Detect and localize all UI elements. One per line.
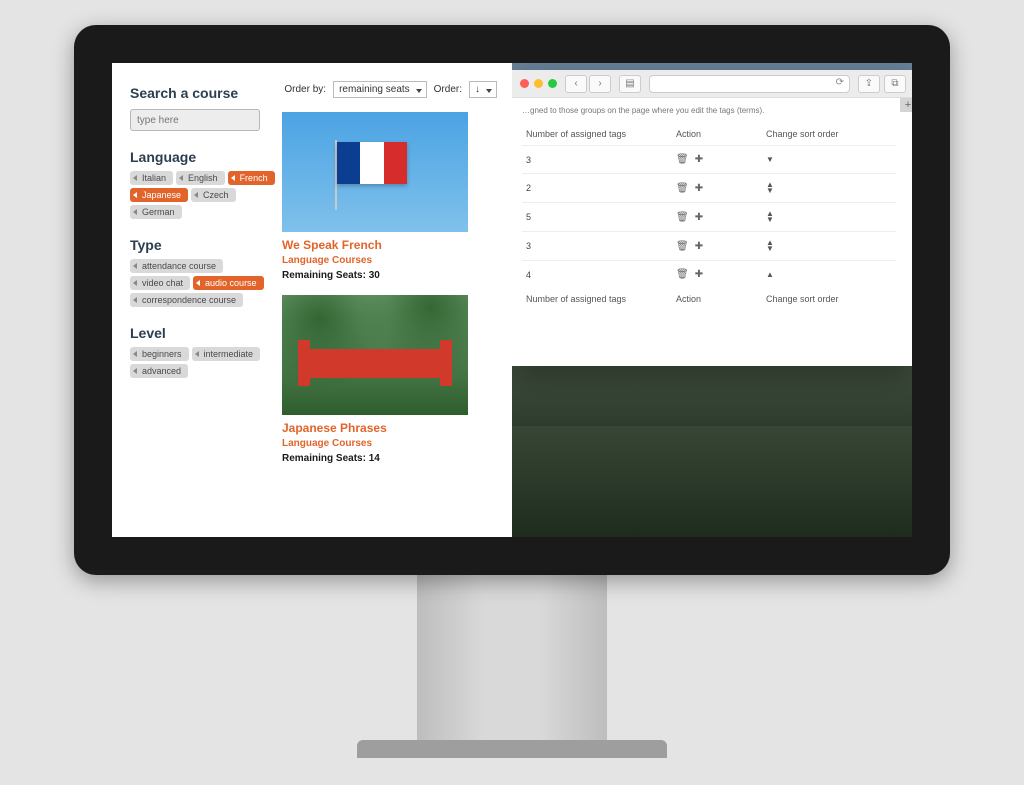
order-by-value: remaining seats [339, 84, 410, 95]
delete-icon[interactable]: 🗑 [676, 269, 689, 280]
course-card[interactable]: Japanese Phrases Language Courses Remain… [282, 295, 497, 464]
course-subtitle: Language Courses [282, 438, 497, 449]
order-dir-select[interactable]: ↓ [469, 81, 497, 98]
course-title: Japanese Phrases [282, 421, 497, 435]
course-title: We Speak French [282, 238, 497, 252]
course-card[interactable]: We Speak French Language Courses Remaini… [282, 112, 497, 281]
caret-down-icon [416, 89, 422, 93]
caret-down-icon [486, 89, 492, 93]
order-bar: Order by: remaining seats Order: ↓ [282, 81, 497, 98]
nav-back-button[interactable]: ‹ [565, 75, 587, 93]
order-dir-value: ↓ [475, 84, 480, 95]
safari-toolbar: ‹ › ▤ ⟳ ⇪ ⧉ [512, 70, 912, 98]
add-icon[interactable]: ✚ [695, 212, 703, 223]
language-tags: Italian English French Japanese Czech Ge… [130, 171, 275, 219]
tag-english[interactable]: English [176, 171, 225, 185]
new-tab-button[interactable]: + [900, 98, 912, 112]
tag-beginners[interactable]: beginners [130, 347, 189, 361]
safari-window: ‹ › ▤ ⟳ ⇪ ⧉ + …gned to those groups on t… [512, 70, 912, 366]
tag-czech[interactable]: Czech [191, 188, 236, 202]
move-down-icon[interactable]: ▼ [766, 217, 892, 223]
assigned-tags-count: 3 [522, 232, 672, 261]
address-bar[interactable]: ⟳ [649, 75, 850, 93]
tabs-button[interactable]: ⧉ [884, 75, 906, 93]
window-traffic-lights [520, 79, 557, 88]
tag-advanced[interactable]: advanced [130, 364, 188, 378]
add-icon[interactable]: ✚ [695, 154, 703, 165]
filters-sidebar: Search a course Language Italian English… [112, 63, 282, 537]
col-assigned-tags: Number of assigned tags [522, 123, 672, 146]
order-by-label: Order by: [284, 84, 326, 95]
assigned-tags-count: 4 [522, 261, 672, 289]
order-by-select[interactable]: remaining seats [333, 81, 427, 98]
col-assigned-tags: Number of assigned tags [522, 288, 672, 310]
share-button[interactable]: ⇪ [858, 75, 880, 93]
delete-icon[interactable]: 🗑 [676, 241, 689, 252]
assigned-tags-count: 2 [522, 174, 672, 203]
course-subtitle: Language Courses [282, 255, 497, 266]
course-image-french-flag [282, 112, 468, 232]
add-icon[interactable]: ✚ [695, 269, 703, 280]
move-down-icon[interactable]: ▼ [766, 246, 892, 252]
move-down-icon[interactable]: ▼ [766, 188, 892, 194]
language-heading: Language [130, 149, 282, 165]
move-up-icon[interactable]: ▲ [766, 272, 892, 278]
table-row: 5 🗑✚ ▲▼ [522, 203, 896, 232]
nav-forward-button[interactable]: › [589, 75, 611, 93]
tag-attendance[interactable]: attendance course [130, 259, 223, 273]
delete-icon[interactable]: 🗑 [676, 183, 689, 194]
page-hint-text: …gned to those groups on the page where … [522, 106, 896, 115]
tag-italian[interactable]: Italian [130, 171, 173, 185]
course-image-japanese-bridge [282, 295, 468, 415]
safari-page-content: …gned to those groups on the page where … [512, 98, 912, 310]
col-sort-order: Change sort order [762, 288, 896, 310]
course-search-app: Search a course Language Italian English… [112, 63, 512, 537]
table-row: 3 🗑✚ ▲▼ [522, 232, 896, 261]
screen: Search a course Language Italian English… [112, 63, 912, 537]
zoom-window-button[interactable] [548, 79, 557, 88]
add-icon[interactable]: ✚ [695, 183, 703, 194]
add-icon[interactable]: ✚ [695, 241, 703, 252]
tag-french[interactable]: French [228, 171, 275, 185]
search-heading: Search a course [130, 85, 282, 101]
tag-video-chat[interactable]: video chat [130, 276, 190, 290]
monitor-frame: Search a course Language Italian English… [74, 25, 950, 758]
sidebar-toggle-button[interactable]: ▤ [619, 75, 641, 93]
table-row: 4 🗑 ✚ ▲ [522, 261, 896, 289]
tag-correspondence[interactable]: correspondence course [130, 293, 243, 307]
monitor-stand-neck [417, 575, 607, 740]
minimize-window-button[interactable] [534, 79, 543, 88]
order-dir-label: Order: [434, 84, 462, 95]
table-row: 2 🗑✚ ▲▼ [522, 174, 896, 203]
type-heading: Type [130, 237, 282, 253]
table-row: 3 🗑 ✚ ▼ [522, 146, 896, 174]
move-down-icon[interactable]: ▼ [766, 157, 892, 163]
tag-intermediate[interactable]: intermediate [192, 347, 261, 361]
col-sort-order: Change sort order [762, 123, 896, 146]
level-tags: beginners intermediate advanced [130, 347, 275, 378]
course-seats: Remaining Seats: 14 [282, 453, 497, 464]
monitor-stand-base [357, 740, 667, 758]
tag-japanese[interactable]: Japanese [130, 188, 188, 202]
col-action: Action [672, 123, 762, 146]
col-action: Action [672, 288, 762, 310]
type-tags: attendance course video chat audio cours… [130, 259, 275, 307]
results-column: Order by: remaining seats Order: ↓ [282, 63, 512, 537]
monitor-bezel: Search a course Language Italian English… [74, 25, 950, 575]
assigned-tags-count: 5 [522, 203, 672, 232]
tag-audio-course[interactable]: audio course [193, 276, 264, 290]
close-window-button[interactable] [520, 79, 529, 88]
reload-icon[interactable]: ⟳ [836, 77, 844, 88]
course-seats: Remaining Seats: 30 [282, 270, 497, 281]
tags-admin-table: Number of assigned tags Action Change so… [522, 123, 896, 310]
assigned-tags-count: 3 [522, 146, 672, 174]
delete-icon[interactable]: 🗑 [676, 212, 689, 223]
tag-german[interactable]: German [130, 205, 182, 219]
level-heading: Level [130, 325, 282, 341]
delete-icon[interactable]: 🗑 [676, 154, 689, 165]
macos-desktop: ‹ › ▤ ⟳ ⇪ ⧉ + …gned to those groups on t… [512, 63, 912, 537]
search-input[interactable] [130, 109, 260, 131]
